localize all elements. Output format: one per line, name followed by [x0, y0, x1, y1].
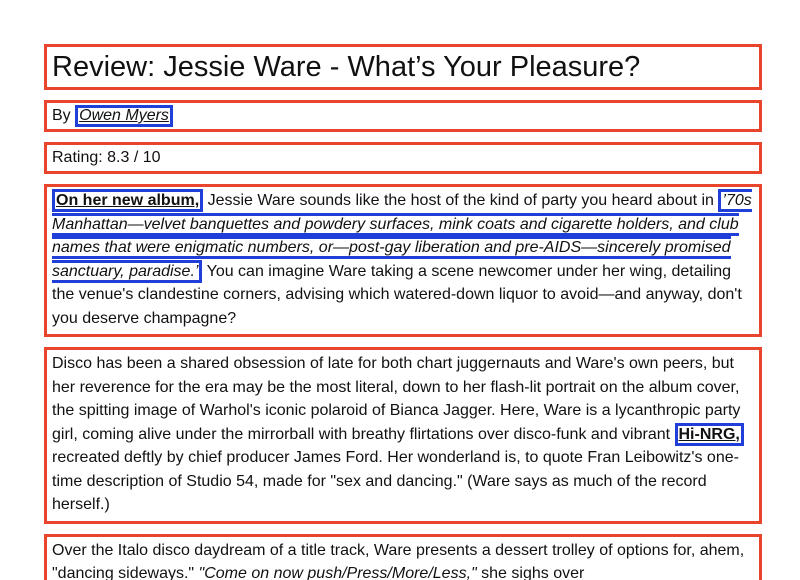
article: Review: Jessie Ware - What’s Your Pleasu…: [44, 44, 762, 580]
byline-prefix: By: [52, 107, 71, 124]
paragraph-3: Over the Italo disco daydream of a title…: [44, 533, 762, 580]
title-box: Review: Jessie Ware - What’s Your Pleasu…: [44, 44, 762, 90]
paragraph-1-text: On her new album, Jessie Ware sounds lik…: [52, 189, 754, 330]
album-link[interactable]: On her new album,: [56, 192, 199, 209]
page-title: Review: Jessie Ware - What’s Your Pleasu…: [52, 50, 641, 83]
hi-nrg-link[interactable]: Hi-NRG,: [679, 426, 740, 443]
paragraph-1-text-a: Jessie Ware sounds like the host of the …: [203, 192, 719, 209]
paragraph-3-quote: "Come on now push/Press/More/Less,": [198, 565, 477, 580]
paragraph-2-text: Disco has been a shared obsession of lat…: [52, 352, 754, 517]
paragraph-2: Disco has been a shared obsession of lat…: [44, 347, 762, 524]
paragraph-2-text-b: recreated deftly by chief producer James…: [52, 449, 739, 513]
paragraph-3-text-b: she sighs over: [476, 565, 585, 580]
hi-nrg-link-highlight: Hi-NRG,: [674, 422, 744, 446]
album-link-highlight: On her new album,: [52, 189, 204, 212]
rating-box: Rating: 8.3 / 10: [44, 142, 762, 174]
author-highlight: Owen Myers: [75, 105, 173, 127]
rating-text: Rating: 8.3 / 10: [52, 149, 161, 166]
byline-box: By Owen Myers: [44, 100, 762, 132]
paragraph-1: On her new album, Jessie Ware sounds lik…: [44, 184, 762, 337]
paragraph-3-text: Over the Italo disco daydream of a title…: [52, 539, 754, 580]
author-link[interactable]: Owen Myers: [79, 107, 169, 124]
paragraph-2-text-a: Disco has been a shared obsession of lat…: [52, 355, 741, 443]
